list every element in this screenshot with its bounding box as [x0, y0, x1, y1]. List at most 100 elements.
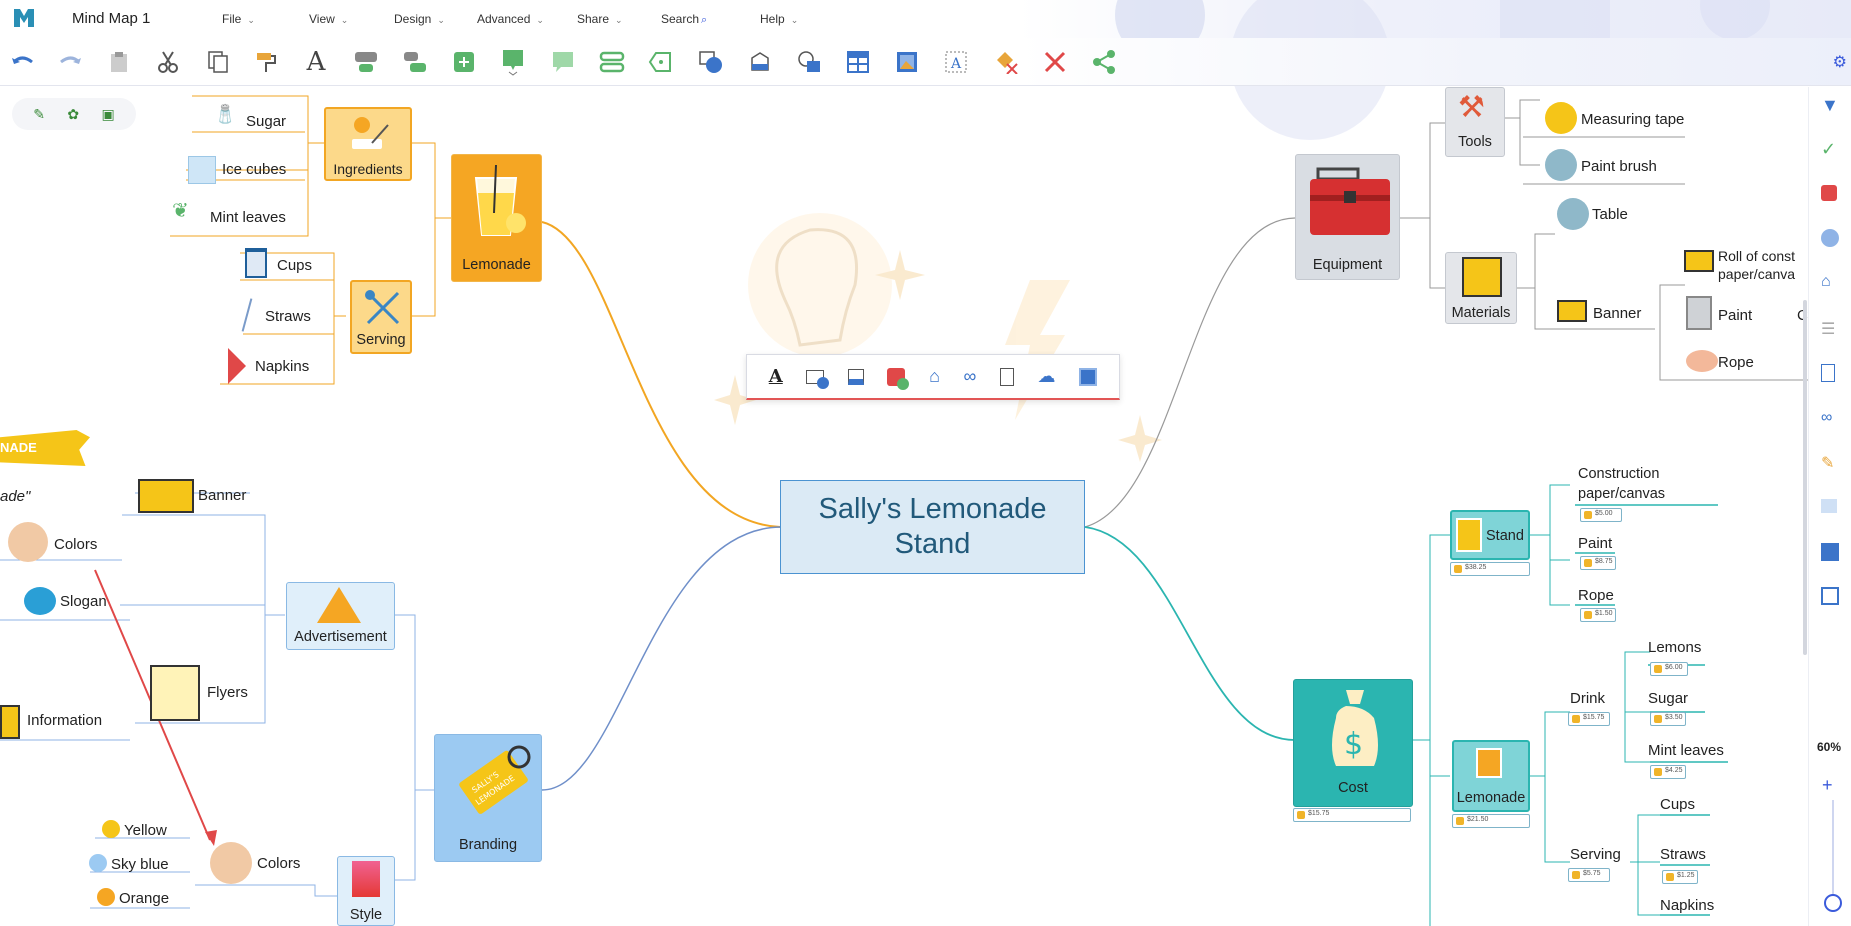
node-yellow[interactable]: Yellow [124, 822, 167, 839]
tag-icon[interactable]: ⌂ [929, 366, 940, 387]
image-icon[interactable] [1079, 367, 1098, 386]
slogan-quote-text: ade" [0, 488, 31, 505]
paint-brush-icon [1545, 149, 1577, 181]
svg-text:$: $ [1344, 727, 1363, 762]
cost-tag: $38.25 [1450, 562, 1530, 576]
table-icon [1557, 198, 1589, 230]
node-ingredients[interactable]: Ingredients [324, 107, 412, 181]
node-cost-rope[interactable]: Rope [1578, 587, 1614, 604]
tag-icon[interactable]: ⌂ [1821, 273, 1841, 293]
cost-tag: $8.75 [1580, 556, 1616, 570]
node-style-colors[interactable]: Colors [257, 855, 300, 872]
node-sugar[interactable]: Sugar [246, 113, 286, 130]
outline-icon[interactable]: ☰ [1821, 319, 1841, 339]
cost-tag: $15.75 [1293, 808, 1411, 822]
filter-icon[interactable]: ▼ [1821, 95, 1841, 115]
node-tools[interactable]: ⚒ Tools [1445, 87, 1505, 157]
node-slogan[interactable]: Slogan [60, 593, 107, 610]
fullscreen-icon[interactable] [1821, 587, 1839, 605]
pencil-icon[interactable]: ✎ [33, 106, 45, 123]
node-lemons[interactable]: Lemons [1648, 639, 1701, 656]
materials-icon [1462, 257, 1502, 297]
comment-icon[interactable]: ☁ [1038, 366, 1056, 387]
node-construction[interactable]: Construction paper/canvas [1578, 464, 1665, 504]
node-label: Cost [1338, 780, 1368, 796]
zoom-slider-track[interactable] [1832, 800, 1834, 900]
icon-marker-icon[interactable] [887, 367, 910, 390]
node-cost-paint[interactable]: Paint [1578, 535, 1612, 552]
node-straws[interactable]: Straws [265, 308, 311, 325]
node-cost-napkins[interactable]: Napkins [1660, 897, 1714, 914]
node-paint[interactable]: Paint [1718, 307, 1752, 324]
node-equipment[interactable]: Equipment [1295, 154, 1400, 280]
node-lemonade[interactable]: Lemonade [451, 154, 542, 282]
node-branding[interactable]: SALLY'S LEMONADE Branding [434, 734, 542, 862]
roll-line-2: paper/canva [1718, 266, 1796, 282]
node-cost-mint[interactable]: Mint leaves [1648, 742, 1724, 759]
mindmap-style-icon[interactable]: ✿ [67, 106, 79, 123]
node-label: Stand [1486, 528, 1524, 544]
node-cups[interactable]: Cups [277, 257, 312, 274]
node-banner-left[interactable]: Banner [198, 487, 246, 504]
font-icon[interactable]: A [769, 366, 783, 387]
node-ice-cubes[interactable]: Ice cubes [222, 161, 286, 178]
image-icon[interactable] [1821, 543, 1839, 561]
node-cost-serving[interactable]: Serving [1570, 846, 1621, 863]
vertical-scrollbar[interactable] [1803, 300, 1807, 655]
cost-tag: $21.50 [1452, 814, 1530, 828]
node-orange[interactable]: Orange [119, 890, 169, 907]
node-stand[interactable]: Stand [1450, 510, 1530, 560]
mindmap-app: Mind Map 1 File ⌄ View ⌄ Design ⌄ Advanced ⌄… [0, 0, 1851, 926]
zoom-slider-handle[interactable] [1824, 894, 1842, 912]
central-topic[interactable]: Sally's Lemonade Stand [780, 480, 1085, 574]
format-brush-icon[interactable]: ✎ [1821, 453, 1841, 473]
banner-text: NADE [0, 440, 37, 455]
save-icon[interactable]: ▣ [102, 106, 115, 123]
marker-icon[interactable] [1821, 185, 1837, 201]
node-cost[interactable]: $ Cost [1293, 679, 1413, 807]
checkmark-icon[interactable]: ✓ [1821, 139, 1841, 159]
node-banner-right[interactable]: Banner [1593, 305, 1641, 322]
construction-line-2: paper/canvas [1578, 486, 1666, 502]
node-label: Style [349, 907, 383, 923]
node-materials[interactable]: Materials [1445, 252, 1517, 324]
link-icon[interactable]: ∞ [964, 366, 977, 387]
node-rope[interactable]: Rope [1718, 354, 1754, 371]
node-roll-of-const[interactable]: Roll of const paper/canva [1718, 247, 1795, 283]
node-table[interactable]: Table [1592, 206, 1628, 223]
shape-icon[interactable] [806, 369, 830, 389]
node-label: Equipment [1312, 257, 1383, 273]
note-icon[interactable] [999, 367, 1014, 386]
mindmap-connections [0, 95, 1808, 926]
node-cost-lemonade[interactable]: Lemonade [1452, 740, 1530, 812]
node-style[interactable]: Style [337, 856, 395, 926]
node-serving[interactable]: Serving [350, 280, 412, 354]
node-paint-brush[interactable]: Paint brush [1581, 158, 1657, 175]
fill-icon[interactable] [847, 368, 864, 385]
roll-line-1: Roll of const [1718, 248, 1796, 264]
node-information[interactable]: Information [27, 712, 102, 729]
node-advertisement[interactable]: Advertisement [286, 582, 395, 650]
cost-tag: $15.75 [1568, 712, 1610, 726]
node-cost-cups[interactable]: Cups [1660, 796, 1695, 813]
link-icon[interactable]: ∞ [1821, 409, 1841, 429]
node-mint-leaves[interactable]: Mint leaves [210, 209, 286, 226]
node-sky-blue[interactable]: Sky blue [111, 856, 169, 873]
sky-blue-dot-icon [89, 854, 107, 872]
clipart-icon[interactable] [1821, 229, 1839, 247]
money-bag-icon: $ [1332, 690, 1378, 766]
node-napkins[interactable]: Napkins [255, 358, 309, 375]
node-drink[interactable]: Drink [1570, 690, 1605, 707]
node-flyers[interactable]: Flyers [207, 684, 248, 701]
construction-line-1: Construction [1578, 466, 1660, 482]
node-cost-straws[interactable]: Straws [1660, 846, 1706, 863]
node-label: Lemonade [462, 257, 531, 273]
cost-tag: $3.50 [1650, 712, 1686, 726]
node-cost-sugar[interactable]: Sugar [1648, 690, 1688, 707]
node-measuring-tape[interactable]: Measuring tape [1581, 111, 1684, 128]
node-colors[interactable]: Colors [54, 536, 97, 553]
node-label: Lemonade [1456, 790, 1526, 806]
zoom-in-button[interactable]: + [1822, 775, 1833, 796]
note-icon[interactable] [1821, 364, 1835, 382]
layers-icon[interactable] [1821, 499, 1837, 513]
